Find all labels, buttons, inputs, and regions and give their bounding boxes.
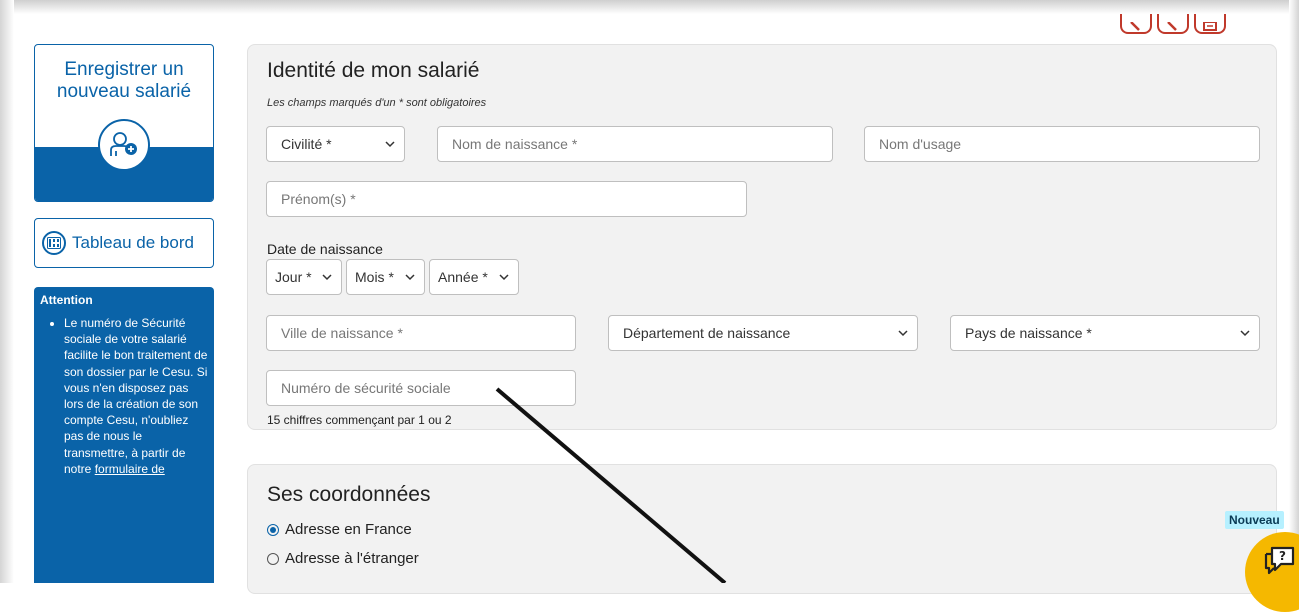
add-user-icon xyxy=(98,119,150,171)
birth-country-value: Pays de naissance * xyxy=(965,325,1092,341)
identity-panel: Identité de mon salarié Les champs marqu… xyxy=(247,44,1277,430)
dashboard-label: Tableau de bord xyxy=(72,233,194,252)
birth-department-select[interactable]: Département de naissance xyxy=(608,315,918,351)
address-france-label: Adresse en France xyxy=(285,521,412,538)
dashboard-link[interactable]: Tableau de bord xyxy=(34,218,214,268)
birth-city-input[interactable]: Ville de naissance * xyxy=(266,315,576,351)
civilite-select[interactable]: Civilité * xyxy=(266,126,405,162)
month-select[interactable]: Mois * xyxy=(346,259,425,295)
chevron-down-icon xyxy=(898,330,908,337)
new-badge: Nouveau xyxy=(1225,511,1284,529)
radio-selected-icon[interactable] xyxy=(267,523,279,536)
year-value: Année * xyxy=(438,269,488,285)
svg-text:?: ? xyxy=(1279,549,1286,563)
first-names-input[interactable]: Prénom(s) * xyxy=(266,181,747,217)
magnifier-icon xyxy=(1130,22,1140,31)
birth-department-value: Département de naissance xyxy=(623,325,791,341)
civilite-value: Civilité * xyxy=(281,136,332,152)
chevron-down-icon xyxy=(385,141,395,148)
frame-shadow-left xyxy=(0,0,14,583)
attention-list: Le numéro de Sécurité sociale de votre s… xyxy=(40,315,208,477)
birth-date-label: Date de naissance xyxy=(267,241,383,257)
required-hint: Les champs marqués d'un * sont obligatoi… xyxy=(267,97,487,109)
zoom-out-button[interactable] xyxy=(1157,14,1189,34)
identity-title: Identité de mon salarié xyxy=(267,59,480,82)
zoom-in-button[interactable] xyxy=(1120,14,1152,34)
address-abroad-option[interactable]: Adresse à l'étranger xyxy=(267,550,419,567)
magnifier-icon xyxy=(1167,22,1177,31)
attention-box: Attention Le numéro de Sécurité sociale … xyxy=(34,287,214,583)
radio-unselected-icon[interactable] xyxy=(267,552,279,565)
month-value: Mois * xyxy=(355,269,394,285)
frame-shadow-right xyxy=(1289,0,1299,583)
print-button[interactable] xyxy=(1194,14,1226,34)
social-security-help: 15 chiffres commençant par 1 ou 2 xyxy=(267,413,452,427)
birth-country-select[interactable]: Pays de naissance * xyxy=(950,315,1260,351)
attention-text: Le numéro de Sécurité sociale de votre s… xyxy=(64,316,208,476)
frame-shadow-top xyxy=(0,0,1299,14)
chevron-down-icon xyxy=(405,274,415,281)
chat-question-icon: ? xyxy=(1264,546,1295,575)
coordinates-title: Ses coordonnées xyxy=(267,483,431,506)
chevron-down-icon xyxy=(1240,330,1250,337)
attention-item: Le numéro de Sécurité sociale de votre s… xyxy=(64,315,208,477)
new-employee-card[interactable]: Enregistrer un nouveau salarié xyxy=(34,44,214,202)
print-icon xyxy=(1203,22,1217,31)
dashboard-icon xyxy=(42,231,66,255)
usage-name-input[interactable]: Nom d'usage xyxy=(864,126,1260,162)
day-value: Jour * xyxy=(275,269,312,285)
chevron-down-icon xyxy=(499,274,509,281)
chevron-down-icon xyxy=(322,274,332,281)
new-employee-title: Enregistrer un nouveau salarié xyxy=(56,59,192,102)
address-france-option[interactable]: Adresse en France xyxy=(267,521,412,538)
address-abroad-label: Adresse à l'étranger xyxy=(285,550,419,567)
attention-form-link[interactable]: formulaire de xyxy=(95,462,165,476)
day-select[interactable]: Jour * xyxy=(266,259,342,295)
social-security-input[interactable]: Numéro de sécurité sociale xyxy=(266,370,576,406)
attention-heading: Attention xyxy=(40,293,93,307)
birth-name-input[interactable]: Nom de naissance * xyxy=(437,126,833,162)
year-select[interactable]: Année * xyxy=(429,259,519,295)
coordinates-panel: Ses coordonnées Adresse en France Adress… xyxy=(247,464,1277,594)
toolbar-top-right xyxy=(1120,14,1226,34)
